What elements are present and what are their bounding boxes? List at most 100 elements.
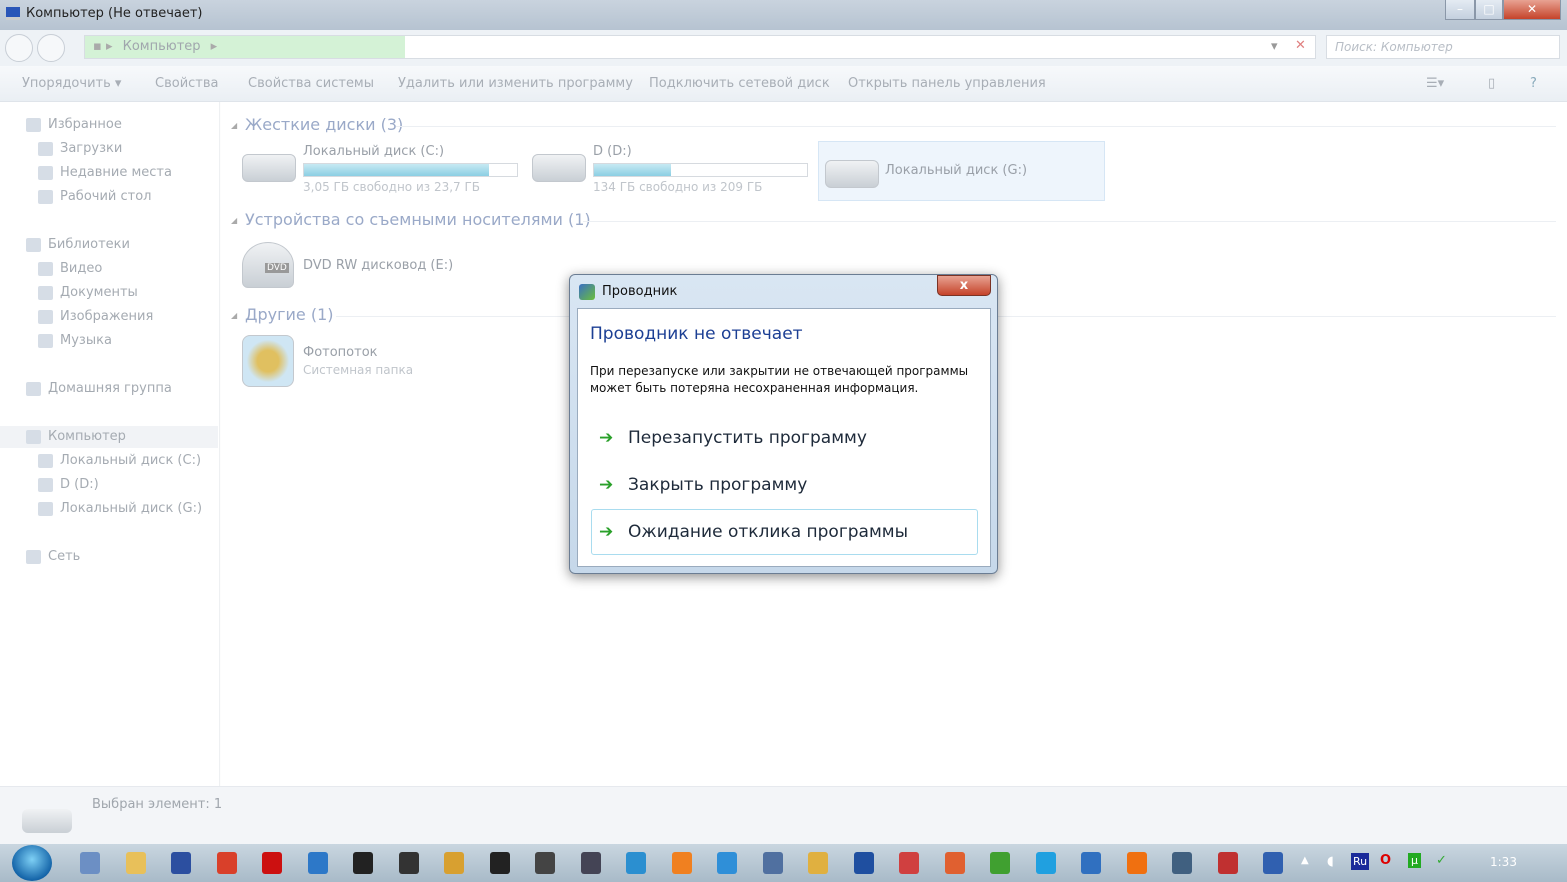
sidebar-item[interactable]: Изображения: [0, 306, 218, 328]
group-other[interactable]: Другие (1): [231, 305, 333, 324]
taskbar-app-icon[interactable]: [808, 852, 828, 874]
sidebar-item[interactable]: Музыка: [0, 330, 218, 352]
video-icon: [38, 262, 53, 276]
sidebar-item-label: Рабочий стол: [60, 189, 152, 204]
sidebar-item[interactable]: Компьютер: [0, 426, 218, 448]
language-indicator[interactable]: Ru: [1351, 853, 1370, 870]
system-properties-button[interactable]: Свойства системы: [248, 76, 374, 91]
sidebar-item[interactable]: D (D:): [0, 474, 218, 496]
sidebar-item-label: Домашняя группа: [48, 381, 172, 396]
preview-pane-icon[interactable]: ▯: [1488, 76, 1495, 91]
address-bar[interactable]: ▪ ▸ Компьютер ▸ ▾ ✕: [84, 35, 1316, 59]
back-button[interactable]: [5, 34, 33, 62]
taskbar-app-icon[interactable]: [444, 852, 464, 874]
sidebar-item[interactable]: Загрузки: [0, 138, 218, 160]
drive-name: DVD RW дисковод (E:): [303, 258, 454, 273]
taskbar-app-icon[interactable]: [762, 852, 783, 874]
taskbar-app-icon[interactable]: [489, 852, 510, 874]
computer-icon: [6, 7, 20, 20]
volume-icon[interactable]: ◖: [1327, 854, 1334, 869]
sidebar-item[interactable]: Недавние места: [0, 162, 218, 184]
taskbar-app-icon[interactable]: [1126, 852, 1147, 874]
help-icon[interactable]: ?: [1530, 76, 1537, 91]
sidebar-item-label: D (D:): [60, 477, 99, 492]
maximize-button[interactable]: □: [1475, 0, 1503, 20]
chevron-right-icon[interactable]: ▸: [211, 39, 218, 54]
taskbar-app-icon[interactable]: [717, 852, 737, 874]
taskbar-app-icon[interactable]: [1217, 852, 1238, 874]
drive-icon: [38, 478, 53, 492]
recent-places-icon: [38, 166, 53, 180]
drive-c[interactable]: Локальный диск (C:) 3,05 ГБ свободно из …: [242, 144, 522, 199]
taskbar-app-icon[interactable]: [580, 852, 601, 874]
dvd-drive[interactable]: DVD DVD RW дисковод (E:): [242, 242, 472, 292]
sidebar-item[interactable]: Локальный диск (C:): [0, 450, 218, 472]
sidebar-item[interactable]: Видео: [0, 258, 218, 280]
taskbar-app-icon[interactable]: [990, 852, 1010, 874]
wait-for-program-option[interactable]: ➔ Ожидание отклика программы: [591, 509, 978, 555]
taskbar-app-icon[interactable]: [353, 852, 373, 874]
pictures-icon: [38, 310, 53, 324]
dialog-close-button[interactable]: x: [937, 275, 991, 296]
antivirus-icon[interactable]: O: [1380, 853, 1391, 868]
sidebar-item[interactable]: Домашняя группа: [0, 378, 218, 400]
taskbar-app-icon[interactable]: [535, 852, 555, 874]
sidebar-item[interactable]: Сеть: [0, 546, 218, 568]
sidebar-item-label: Недавние места: [60, 165, 172, 180]
sidebar-item[interactable]: Документы: [0, 282, 218, 304]
taskbar-app-icon[interactable]: [171, 852, 191, 874]
taskbar-app-icon[interactable]: [1081, 852, 1101, 874]
view-options-icon[interactable]: ☰▾: [1426, 76, 1444, 91]
chevron-down-icon[interactable]: ▾: [1271, 39, 1278, 54]
details-pane: Выбран элемент: 1: [0, 786, 1567, 844]
drive-d[interactable]: D (D:) 134 ГБ свободно из 209 ГБ: [532, 144, 812, 199]
sidebar-item[interactable]: Библиотеки: [0, 234, 218, 256]
drive-icon: [38, 454, 53, 468]
stop-icon[interactable]: ✕: [1295, 38, 1306, 53]
item-type: Системная папка: [303, 363, 414, 377]
taskbar-app-icon[interactable]: [125, 852, 146, 874]
search-input[interactable]: Поиск: Компьютер: [1326, 35, 1560, 59]
taskbar-app-icon[interactable]: [398, 852, 419, 874]
sidebar-item[interactable]: Рабочий стол: [0, 186, 218, 208]
taskbar-app-icon[interactable]: [216, 852, 237, 874]
taskbar-app-icon[interactable]: [80, 852, 100, 874]
map-network-drive-button[interactable]: Подключить сетевой диск: [649, 76, 830, 91]
utorrent-icon[interactable]: µ: [1408, 853, 1421, 868]
sidebar-item[interactable]: Локальный диск (G:): [0, 498, 218, 520]
drive-g[interactable]: Локальный диск (G:): [818, 141, 1105, 201]
libraries-icon: [26, 238, 41, 252]
breadcrumb-computer[interactable]: Компьютер: [123, 39, 201, 54]
show-hidden-icons[interactable]: ▲: [1301, 855, 1309, 866]
taskbar-app-icon[interactable]: [1035, 852, 1056, 874]
taskbar-app-icon[interactable]: [307, 852, 328, 874]
close-program-option[interactable]: ➔ Закрыть программу: [591, 462, 978, 508]
close-button[interactable]: ✕: [1503, 0, 1561, 20]
music-icon: [38, 334, 53, 348]
taskbar-app-icon[interactable]: [899, 852, 919, 874]
clock[interactable]: 1:33: [1490, 855, 1517, 869]
taskbar-app-icon[interactable]: [626, 852, 646, 874]
organize-button[interactable]: Упорядочить ▾: [22, 76, 121, 91]
group-hard-drives[interactable]: Жесткие диски (3): [231, 115, 403, 134]
taskbar-app-icon[interactable]: [1263, 852, 1283, 874]
uninstall-program-button[interactable]: Удалить или изменить программу: [398, 76, 633, 91]
sidebar-item[interactable]: Избранное: [0, 114, 218, 136]
restart-program-option[interactable]: ➔ Перезапустить программу: [591, 415, 978, 461]
taskbar-app-icon[interactable]: [671, 852, 692, 874]
power-icon[interactable]: ✓: [1436, 853, 1447, 868]
taskbar-app-icon[interactable]: [1172, 852, 1192, 874]
taskbar-app-icon[interactable]: [853, 852, 874, 874]
taskbar-app-icon[interactable]: [262, 852, 282, 874]
start-button[interactable]: [12, 845, 52, 881]
sidebar-item-label: Загрузки: [60, 141, 123, 156]
network-icon: [26, 550, 41, 564]
taskbar-app-icon[interactable]: [944, 852, 965, 874]
group-removable[interactable]: Устройства со съемными носителями (1): [231, 210, 591, 229]
forward-button[interactable]: [37, 34, 65, 62]
open-control-panel-button[interactable]: Открыть панель управления: [848, 76, 1046, 91]
properties-button[interactable]: Свойства: [155, 76, 219, 91]
downloads-folder-icon: [38, 142, 53, 156]
minimize-button[interactable]: –: [1445, 0, 1475, 20]
photostream[interactable]: Фотопоток Системная папка: [242, 335, 442, 389]
